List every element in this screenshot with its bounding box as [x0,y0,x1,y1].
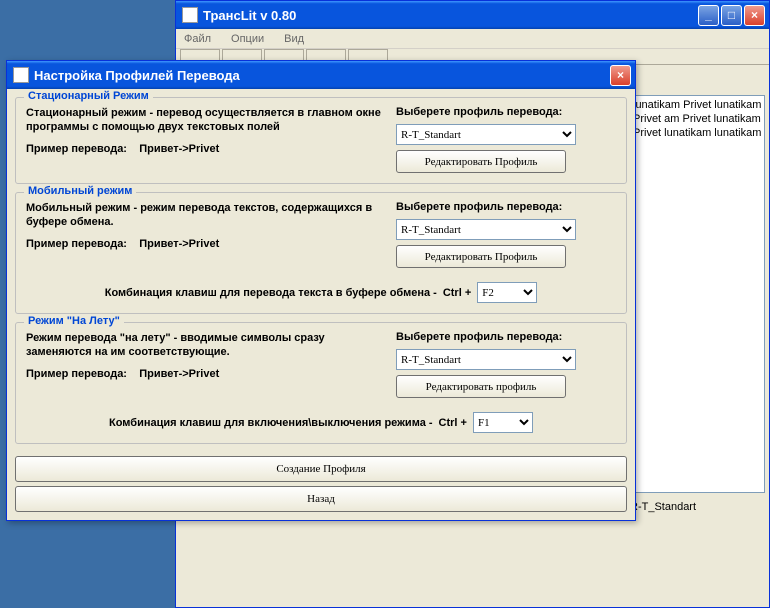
stationary-desc: Стационарный режим - перевод осуществляе… [26,106,382,134]
status-label: R-T_Standart [630,501,765,513]
fly-hotkey-label: Комбинация клавиш для включения\выключен… [109,417,433,429]
main-title: ТрансLit v 0.80 [203,8,698,23]
mobile-edit-button[interactable]: Редактировать Профиль [396,245,566,268]
create-profile-button[interactable]: Создание Профиля [15,456,627,482]
mobile-profile-select[interactable]: R-T_Standart [396,219,576,240]
fly-example-value: Привет->Privet [139,368,219,380]
fly-hotkey-select[interactable]: F1 [473,412,533,433]
group-mobile: Мобильный режим Мобильный режим - режим … [15,192,627,314]
mobile-hotkey-prefix: Ctrl + [443,287,471,299]
mobile-hotkey-select[interactable]: F2 [477,282,537,303]
dialog-icon [13,67,29,83]
main-titlebar: ТрансLit v 0.80 _ □ × [176,1,769,29]
group-fly: Режим "На Лету" Режим перевода "на лету"… [15,322,627,444]
app-icon [182,7,198,23]
mobile-example-label: Пример перевода: [26,238,127,250]
fly-hotkey-prefix: Ctrl + [439,417,467,429]
mobile-desc: Мобильный режим - режим перевода текстов… [26,201,382,229]
group-mobile-title: Мобильный режим [24,185,136,197]
stationary-edit-button[interactable]: Редактировать Профиль [396,150,566,173]
group-fly-title: Режим "На Лету" [24,315,124,327]
output-textarea[interactable]: lunatikam Privet lunatikam Privet am Pri… [630,95,765,493]
stationary-example-label: Пример перевода: [26,143,127,155]
settings-dialog: Настройка Профилей Перевода × Стационарн… [6,60,636,521]
menu-file[interactable]: Файл [180,31,215,47]
stationary-example-value: Привет->Privet [139,143,219,155]
menu-view[interactable]: Вид [280,31,308,47]
fly-desc: Режим перевода "на лету" - вводимые симв… [26,331,382,359]
dialog-close-button[interactable]: × [610,65,631,86]
dialog-title: Настройка Профилей Перевода [34,68,610,83]
minimize-button[interactable]: _ [698,5,719,26]
menubar: Файл Опции Вид [176,29,769,49]
fly-profile-select[interactable]: R-T_Standart [396,349,576,370]
mobile-example-value: Привет->Privet [139,238,219,250]
fly-edit-button[interactable]: Редактировать профиль [396,375,566,398]
fly-profile-label: Выберете профиль перевода: [396,331,616,343]
mobile-profile-label: Выберете профиль перевода: [396,201,616,213]
menu-options[interactable]: Опции [227,31,268,47]
stationary-profile-label: Выберете профиль перевода: [396,106,616,118]
dialog-titlebar: Настройка Профилей Перевода × [7,61,635,89]
maximize-button[interactable]: □ [721,5,742,26]
close-button[interactable]: × [744,5,765,26]
group-stationary: Стационарный Режим Стационарный режим - … [15,97,627,184]
back-button[interactable]: Назад [15,486,627,512]
fly-example-label: Пример перевода: [26,368,127,380]
group-stationary-title: Стационарный Режим [24,90,153,102]
mobile-hotkey-label: Комбинация клавиш для перевода текста в … [105,287,437,299]
stationary-profile-select[interactable]: R-T_Standart [396,124,576,145]
